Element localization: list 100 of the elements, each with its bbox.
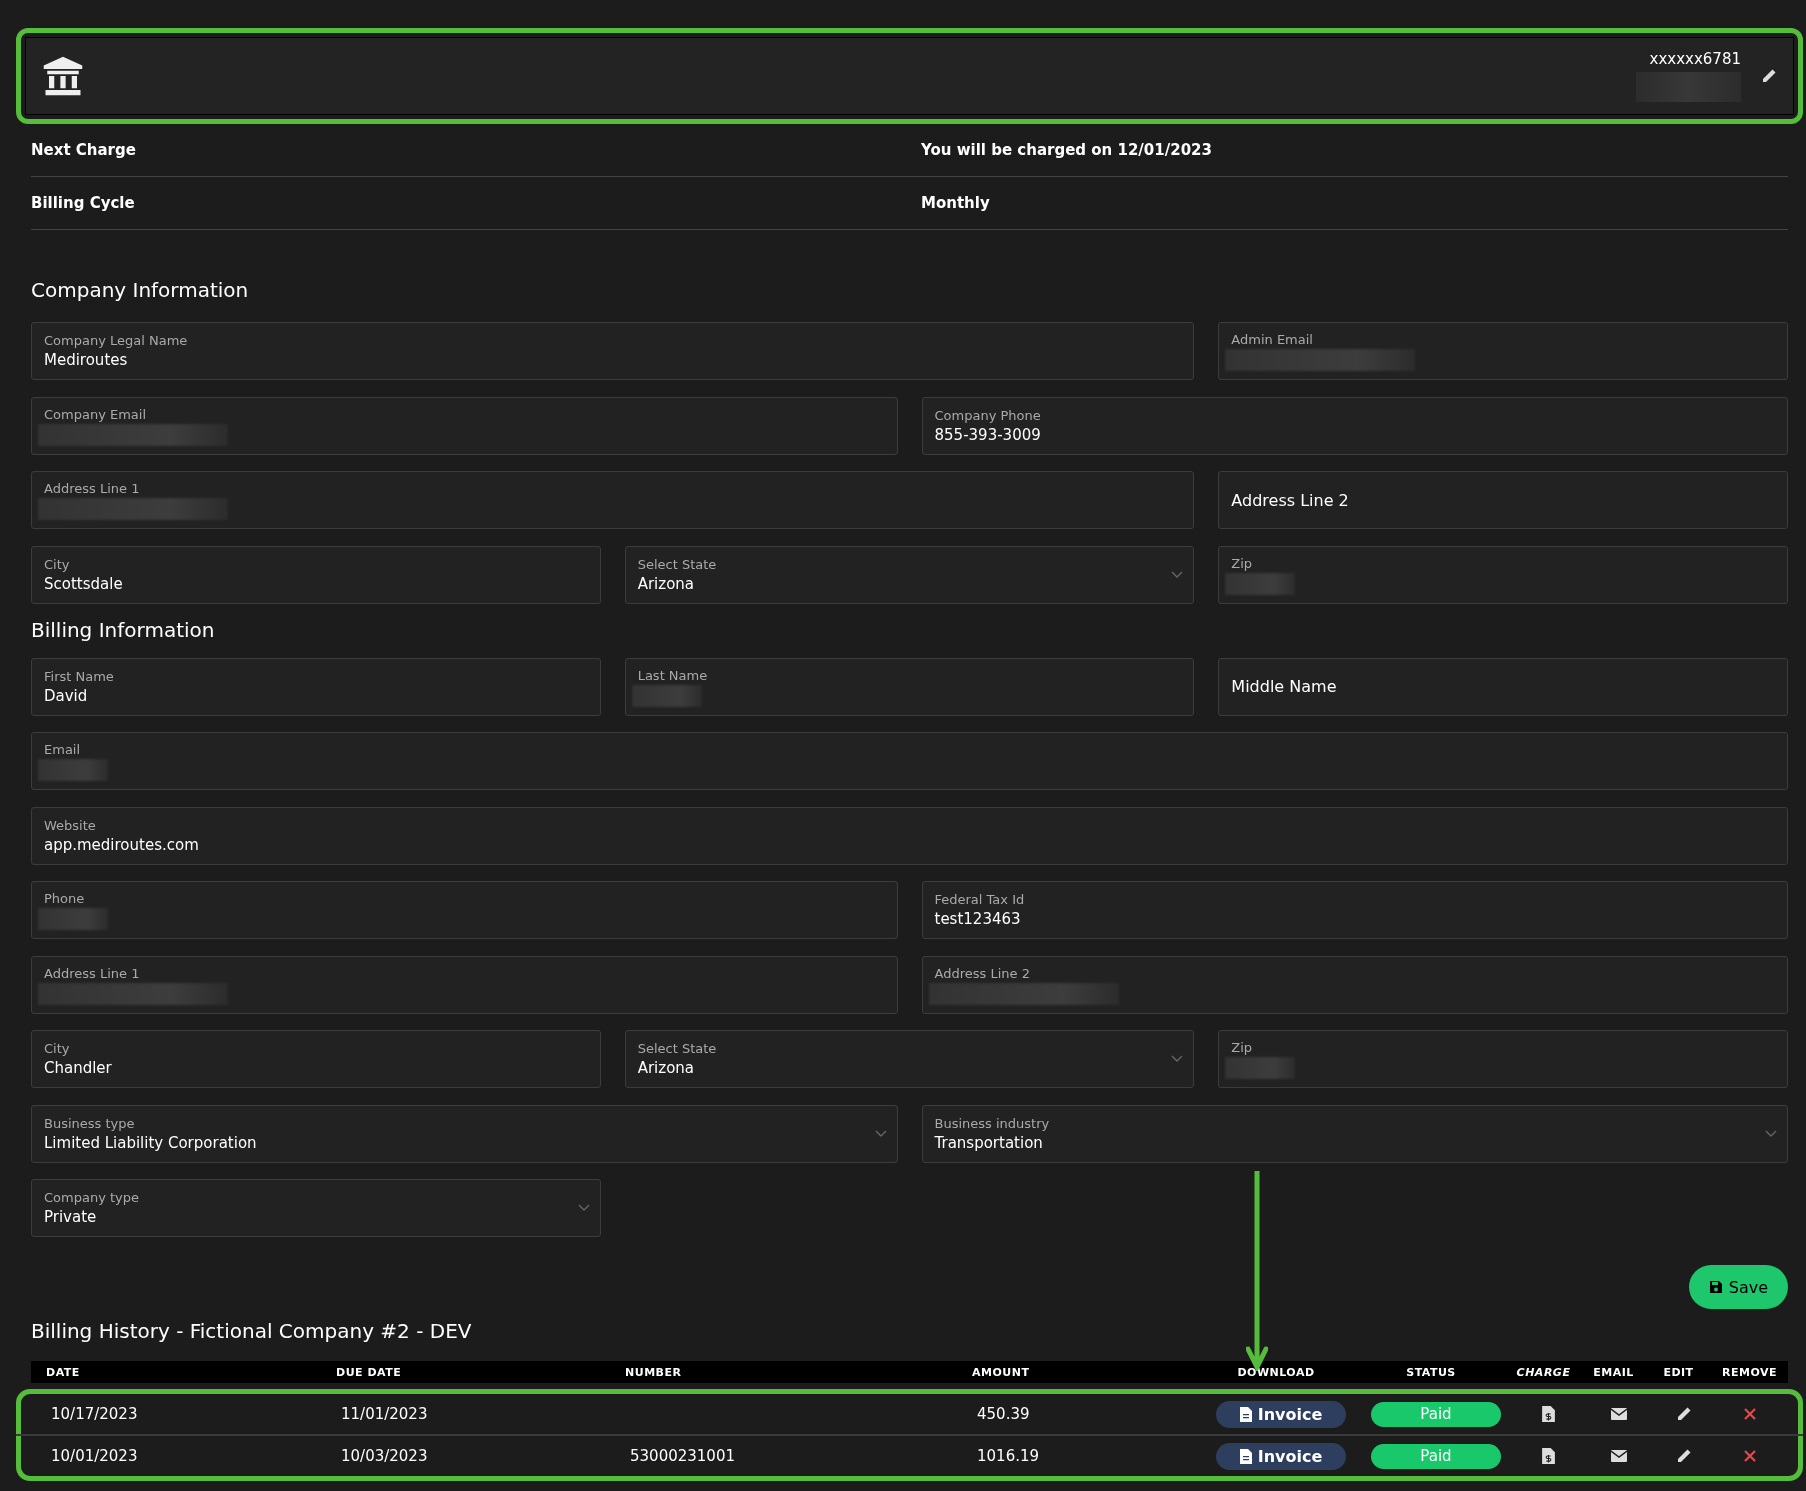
bank-icon — [42, 55, 84, 97]
field-label: Zip — [1231, 1039, 1253, 1057]
invoice-button[interactable]: Invoice — [1216, 1442, 1346, 1470]
field-label: Email — [44, 741, 81, 759]
field-label: Select State — [637, 555, 717, 574]
field-label: Phone — [44, 890, 85, 908]
field-label: First Name — [44, 667, 114, 686]
select-field[interactable]: Business type Limited Liability Corporation — [31, 1104, 898, 1163]
input-field[interactable]: Zip — [1218, 1030, 1788, 1088]
column-header: NUMBER — [625, 1365, 683, 1379]
field-label: Business industry — [934, 1114, 1050, 1133]
select-field[interactable]: Company type Private — [31, 1179, 601, 1237]
field-value: app.mediroutes.com — [44, 834, 199, 855]
select-field[interactable]: Select State Arizona — [624, 545, 1195, 604]
field-label: Company Email — [44, 405, 147, 424]
field-value: Chandler — [44, 1058, 112, 1078]
save-button[interactable]: Save — [1688, 1265, 1788, 1309]
field-label: City — [44, 555, 70, 574]
field-label: Last Name — [637, 666, 708, 685]
field-label: City — [44, 1040, 70, 1058]
chevron-icon — [1171, 570, 1184, 579]
field-label: Zip — [1231, 554, 1253, 573]
column-header: CHARGE — [1515, 1365, 1572, 1379]
redaction-blur — [38, 759, 108, 781]
input-field[interactable]: City Chandler — [31, 1030, 601, 1088]
status-pill: Paid — [1371, 1443, 1501, 1469]
field-label: Website — [44, 816, 96, 835]
input-field[interactable]: City Scottsdale — [31, 545, 601, 604]
column-header: DOWNLOAD — [1236, 1365, 1316, 1379]
field-value: Transportation — [934, 1132, 1043, 1153]
select-field[interactable]: Select State Arizona — [624, 1030, 1195, 1088]
input-field[interactable]: Address Line 1 — [31, 471, 1195, 529]
field-value: Arizona — [637, 1058, 694, 1078]
input-field[interactable]: Federal Tax Id test123463 — [921, 881, 1788, 939]
input-field[interactable]: Email — [31, 732, 1788, 790]
input-field[interactable]: Admin Email — [1218, 322, 1788, 380]
field-value: Limited Liability Corporation — [44, 1132, 257, 1153]
remove-icon[interactable] — [1742, 1449, 1757, 1463]
chevron-icon — [1765, 1129, 1777, 1138]
chevron-icon — [577, 1204, 590, 1212]
summary-value: Monthly — [921, 194, 991, 212]
redaction-blur — [1225, 1057, 1296, 1079]
field-label: Address Line 1 — [44, 480, 140, 498]
table-cell-text: 1016.19 — [977, 1447, 1041, 1465]
field-label: Admin Email — [1231, 331, 1313, 349]
section-heading: Billing History - Fictional Company #2 - DEV — [31, 1319, 473, 1343]
column-header: DATE — [46, 1365, 81, 1379]
column-header: REMOVE — [1721, 1365, 1778, 1379]
summary-label: Billing Cycle — [31, 194, 136, 212]
field-label: Address Line 1 — [44, 964, 140, 983]
file-icon — [1239, 1448, 1252, 1464]
input-field[interactable]: Company Phone 855-393-3009 — [921, 396, 1788, 455]
edit-icon[interactable] — [1761, 68, 1777, 84]
field-value: Private — [44, 1207, 97, 1227]
remove-icon[interactable] — [1742, 1407, 1757, 1421]
field-label: Address Line 2 — [934, 964, 1030, 983]
summary-value: You will be charged on 12/01/2023 — [921, 141, 1213, 159]
field-label: Company Legal Name — [44, 332, 188, 350]
input-field[interactable]: First Name David — [31, 657, 601, 716]
field-label: Federal Tax Id — [934, 891, 1025, 909]
invoice-button[interactable]: Invoice — [1216, 1400, 1346, 1428]
file-icon — [1239, 1406, 1252, 1422]
input-field[interactable]: Zip — [1218, 545, 1788, 604]
edit-icon[interactable] — [1675, 1406, 1692, 1422]
field-label: Business type — [44, 1114, 135, 1133]
section-heading: Billing Information — [31, 617, 216, 642]
email-icon[interactable] — [1610, 1408, 1627, 1420]
column-header: EMAIL — [1592, 1365, 1635, 1379]
input-field[interactable]: Company Email — [31, 396, 898, 455]
dollar-file-icon[interactable] — [1542, 1448, 1555, 1464]
field-value: Mediroutes — [44, 350, 128, 370]
field-value: Scottsdale — [44, 573, 123, 594]
table-cell: 53000231001 — [630, 1447, 735, 1465]
edit-icon[interactable] — [1675, 1448, 1692, 1464]
input-field[interactable]: Last Name — [624, 657, 1195, 716]
input-field[interactable]: Website app.mediroutes.com — [31, 806, 1788, 865]
redaction-blur — [631, 684, 702, 707]
column-header: EDIT — [1662, 1365, 1695, 1379]
input-field[interactable]: Phone — [31, 881, 898, 939]
status-pill: Paid — [1371, 1401, 1501, 1427]
input-field[interactable]: Address Line 2 — [921, 955, 1788, 1014]
input-field[interactable]: Address Line 1 — [31, 955, 898, 1014]
redaction-blur — [1225, 572, 1296, 595]
chevron-icon — [874, 1129, 887, 1138]
floppy-icon — [1708, 1280, 1723, 1294]
field-placeholder: Middle Name — [1231, 677, 1338, 696]
select-field[interactable]: Business industry Transportation — [921, 1104, 1788, 1163]
input-field[interactable]: Company Legal Name Mediroutes — [31, 322, 1195, 380]
field-label: Company type — [44, 1189, 140, 1207]
field-value: David — [44, 685, 88, 706]
summary-label: Next Charge — [31, 141, 137, 159]
dollar-file-icon[interactable] — [1542, 1406, 1555, 1422]
input-field[interactable]: Address Line 2 — [1218, 471, 1788, 529]
email-icon[interactable] — [1610, 1450, 1627, 1462]
table-cell-text: 10/01/2023 — [51, 1447, 139, 1465]
field-placeholder: Address Line 2 — [1231, 490, 1350, 510]
input-field[interactable]: Middle Name — [1218, 657, 1788, 716]
account-number: xxxxxx6781 — [1649, 50, 1741, 68]
section-heading: Company Information — [31, 278, 250, 302]
column-header: DUE DATE — [336, 1365, 403, 1379]
